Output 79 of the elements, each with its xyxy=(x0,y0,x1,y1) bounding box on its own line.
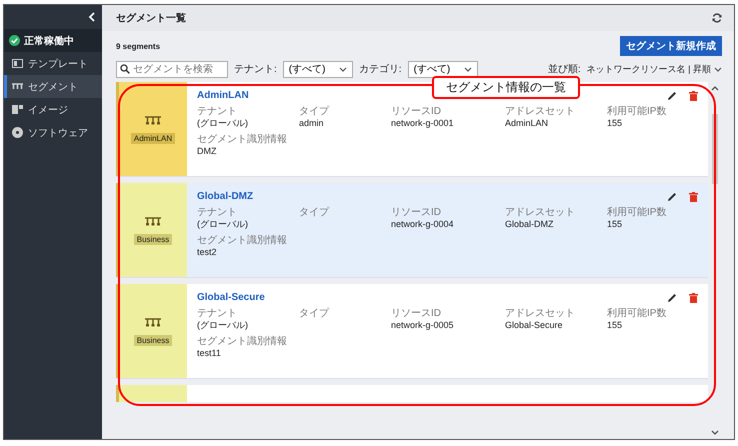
field-label: セグメント識別情報 xyxy=(197,235,288,247)
category-tag: Business xyxy=(134,234,172,244)
annotation-callout: セグメント情報の一覧 xyxy=(432,76,580,99)
status-text: 正常稼働中 xyxy=(24,34,74,48)
trash-icon[interactable] xyxy=(689,292,698,302)
check-circle-icon xyxy=(9,35,20,46)
field-value: test11 xyxy=(197,348,222,359)
trash-icon[interactable] xyxy=(689,192,698,202)
sidebar-item[interactable]: セグメント xyxy=(4,75,102,98)
field-value: 155 xyxy=(607,118,624,129)
network-icon xyxy=(145,114,161,124)
field-value: network-g-0001 xyxy=(391,118,455,129)
filter-dropdown[interactable]: (すべて) xyxy=(282,60,353,78)
field-value: network-g-0004 xyxy=(391,219,455,230)
field-label: タイプ xyxy=(299,106,330,118)
field-value: Global-Secure xyxy=(505,320,564,331)
field-label: リソースID xyxy=(391,308,442,320)
sort-dropdown[interactable]: ネットワークリソース名 | 昇順 xyxy=(586,62,722,76)
field-label: タイプ xyxy=(299,308,330,320)
field-label: 利用可能IP数 xyxy=(607,207,668,219)
refresh-icon[interactable] xyxy=(712,13,722,23)
chevron-down-icon[interactable] xyxy=(711,430,719,435)
field-value: 155 xyxy=(607,219,624,230)
field-label: セグメント識別情報 xyxy=(197,134,288,146)
search-field[interactable]: セグメントを検索 xyxy=(116,60,228,78)
category-tag: Business xyxy=(134,334,172,346)
filter-dropdown[interactable]: (すべて) xyxy=(408,60,478,78)
field-label: 利用可能IP数 xyxy=(607,106,668,118)
field-label: アドレスセット xyxy=(505,106,576,118)
network-icon xyxy=(145,216,161,226)
category-tag: AdminLAN xyxy=(130,132,176,144)
field-label: テナント xyxy=(197,106,238,118)
segment-name-link[interactable]: Global-Secure xyxy=(197,292,655,303)
field-value: (グローバル) xyxy=(197,118,249,129)
field-value: (グローバル) xyxy=(197,219,249,230)
field-value: 155 xyxy=(607,320,624,331)
pencil-icon[interactable] xyxy=(667,192,677,202)
field-value: Global-DMZ xyxy=(505,219,555,230)
page-title: セグメント一覧 xyxy=(116,12,186,25)
segment-name-link[interactable]: Global-DMZ xyxy=(197,191,655,202)
pencil-icon[interactable] xyxy=(667,90,677,100)
search-icon xyxy=(120,64,130,74)
field-label: アドレスセット xyxy=(505,308,576,320)
field-value: admin xyxy=(299,118,325,129)
field-value: (グローバル) xyxy=(197,320,249,331)
image-icon xyxy=(12,104,23,115)
sort-label: 並び順: xyxy=(548,63,581,76)
caret-icon xyxy=(464,66,472,72)
segment-card[interactable]: Business Global-DMZ テナント (グローバル) タイプ リソースID network-g-0004 アドレスセット Global-DMZ 利用可能IP数 155 セグメント識別情報 test2 xyxy=(116,183,708,278)
field-label: セグメント識別情報 xyxy=(197,336,288,348)
field-label: テナント xyxy=(197,207,238,219)
filter-label: カテゴリ: xyxy=(358,63,402,76)
template-icon xyxy=(12,59,23,68)
field-label: テナント xyxy=(197,308,238,320)
field-value: DMZ xyxy=(197,146,218,157)
sidebar-item[interactable]: ソフトウェア xyxy=(4,121,102,144)
field-label: タイプ xyxy=(299,207,330,219)
trash-icon[interactable] xyxy=(689,90,698,100)
caret-icon xyxy=(338,66,347,72)
network-icon xyxy=(12,82,23,91)
filter-label: テナント: xyxy=(234,63,277,76)
field-label: 利用可能IP数 xyxy=(607,308,668,320)
field-value: AdminLAN xyxy=(505,118,550,129)
network-icon xyxy=(145,316,161,326)
field-label: アドレスセット xyxy=(505,207,576,219)
field-value: test2 xyxy=(197,247,218,258)
field-label: リソースID xyxy=(391,207,442,219)
sidebar-item[interactable]: テンプレート xyxy=(4,52,102,75)
disc-icon xyxy=(12,127,23,138)
sidebar-item[interactable]: イメージ xyxy=(4,98,102,121)
pencil-icon[interactable] xyxy=(667,292,677,302)
field-label: リソースID xyxy=(391,106,442,118)
caret-icon xyxy=(714,66,722,72)
chevron-up-icon[interactable] xyxy=(711,86,719,91)
field-value: network-g-0005 xyxy=(391,320,455,331)
segment-card[interactable]: Business Global-Secure テナント (グローバル) タイプ リソースID network-g-0005 アドレスセット Global-Secure 利用可能IP数 155 セグメント識別情報 test11 xyxy=(116,284,708,379)
segment-count: 9 segments xyxy=(116,42,160,50)
chevron-left-icon[interactable] xyxy=(88,12,96,22)
create-segment-button[interactable]: セグメント新規作成 xyxy=(620,36,722,56)
